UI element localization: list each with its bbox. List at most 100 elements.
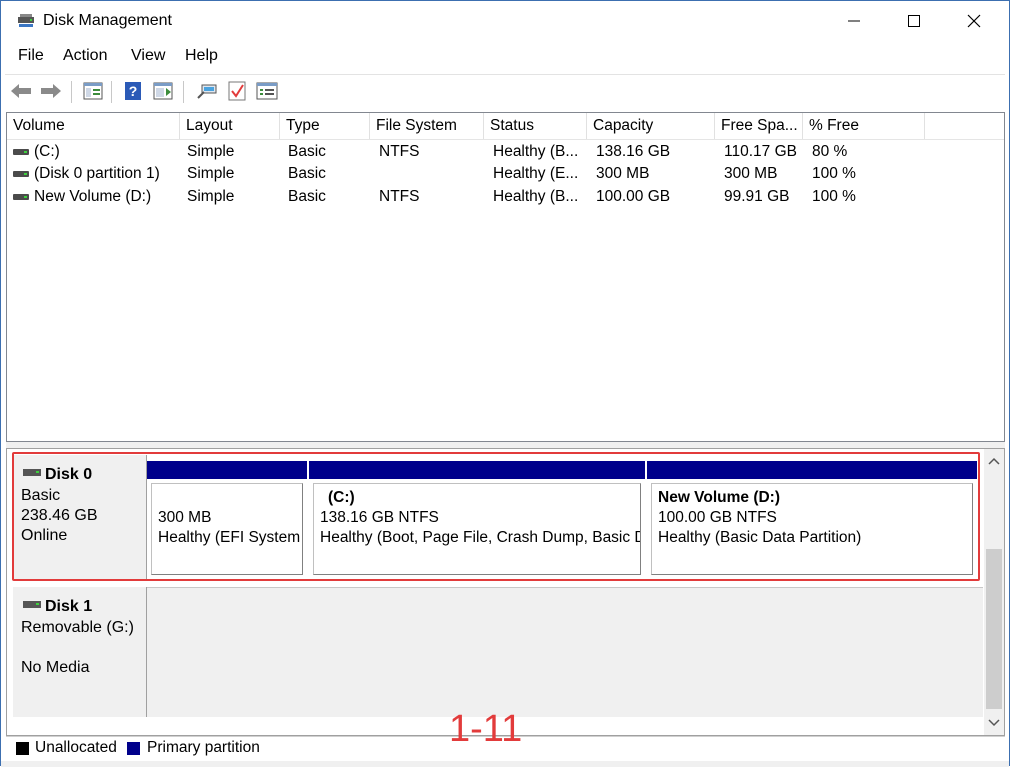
disk-1-area (147, 587, 983, 717)
partition-status: Healthy (EFI System (158, 529, 301, 546)
disk-graphical-view: Disk 0 Basic 238.46 GB Online 300 MB Hea… (6, 448, 1005, 736)
column-layout[interactable]: Layout (180, 113, 280, 139)
toolbar-separator (71, 81, 72, 103)
cell-free-space: 110.17 GB (724, 143, 797, 160)
disk-0-name: Disk 0 (45, 466, 93, 483)
scroll-up-icon[interactable] (984, 451, 1004, 471)
column-volume[interactable]: Volume (7, 113, 180, 139)
disk-1-type: Removable (G:) (21, 619, 134, 636)
cell-percent-free: 80 % (812, 143, 848, 160)
menu-view[interactable]: View (131, 47, 165, 65)
table-row[interactable]: (Disk 0 partition 1) Simple Basic Health… (7, 163, 1004, 185)
column-capacity[interactable]: Capacity (587, 113, 715, 139)
toolbar-separator (183, 81, 184, 103)
close-button[interactable] (951, 1, 997, 41)
cell-capacity: 100.00 GB (596, 188, 671, 205)
partition-c[interactable]: (C:) 138.16 GB NTFS Healthy (Boot, Page … (309, 461, 645, 579)
maximize-button[interactable] (891, 1, 937, 41)
cell-percent-free: 100 % (812, 165, 856, 182)
svg-text:?: ? (129, 83, 138, 99)
forward-arrow-icon[interactable] (39, 79, 63, 103)
cell-volume: New Volume (D:) (34, 188, 152, 205)
cell-capacity: 300 MB (596, 165, 650, 182)
partition-size: 300 MB (158, 509, 212, 526)
partition-efi[interactable]: 300 MB Healthy (EFI System (147, 461, 307, 579)
properties-icon[interactable] (255, 79, 279, 103)
back-arrow-icon[interactable] (9, 79, 33, 103)
legend-unallocated: Unallocated (35, 739, 117, 756)
volume-icon (13, 194, 29, 200)
disk-1-label[interactable]: Disk 1 Removable (G:) No Media (13, 587, 147, 717)
volume-icon (13, 149, 29, 155)
partition-body: 300 MB Healthy (EFI System (151, 483, 303, 575)
partition-status: Healthy (Boot, Page File, Crash Dump, Ba… (320, 529, 641, 546)
disk-0-type: Basic (21, 487, 61, 504)
partition-title (158, 488, 296, 508)
column-percent-free[interactable]: % Free (803, 113, 925, 139)
checklist-icon[interactable] (225, 79, 249, 103)
help-icon[interactable]: ? (121, 79, 145, 103)
scroll-down-icon[interactable] (984, 713, 1004, 733)
partition-body: New Volume (D:) 100.00 GB NTFS Healthy (… (651, 483, 973, 575)
connect-icon[interactable] (195, 79, 219, 103)
cell-file-system: NTFS (379, 188, 420, 205)
disk-management-window: Disk Management File Action View Help ? (0, 0, 1010, 767)
cell-volume: (Disk 0 partition 1) (34, 165, 160, 182)
disk-0-state: Online (21, 527, 68, 544)
minimize-button[interactable] (831, 1, 877, 41)
legend-primary: Primary partition (147, 739, 260, 756)
console-tree-icon[interactable] (81, 79, 105, 103)
cell-capacity: 138.16 GB (596, 143, 671, 160)
disk-icon (23, 601, 41, 608)
cell-volume: (C:) (34, 143, 60, 160)
cell-type: Basic (288, 188, 326, 205)
toolbar-separator (111, 81, 112, 103)
cell-layout: Simple (187, 143, 235, 160)
disk-management-icon (17, 13, 35, 29)
title-bar: Disk Management (1, 1, 1009, 41)
partition-body: (C:) 138.16 GB NTFS Healthy (Boot, Page … (313, 483, 641, 575)
disk-icon (23, 469, 41, 476)
menu-help[interactable]: Help (185, 47, 218, 65)
table-row[interactable]: (C:) Simple Basic NTFS Healthy (B... 138… (7, 141, 1004, 163)
action-pane-icon[interactable] (151, 79, 175, 103)
window-title: Disk Management (43, 12, 172, 29)
table-row[interactable]: New Volume (D:) Simple Basic NTFS Health… (7, 186, 1004, 208)
column-file-system[interactable]: File System (370, 113, 484, 139)
volume-icon (13, 171, 29, 177)
disk-0-label[interactable]: Disk 0 Basic 238.46 GB Online (13, 455, 147, 579)
primary-partition-bar (147, 461, 307, 479)
cell-layout: Simple (187, 165, 235, 182)
column-free-space[interactable]: Free Spa... (715, 113, 803, 139)
cell-file-system: NTFS (379, 143, 420, 160)
partition-size: 138.16 GB NTFS (320, 509, 439, 526)
primary-partition-bar (309, 461, 645, 479)
toolbar: ? (5, 74, 1005, 106)
partition-d[interactable]: New Volume (D:) 100.00 GB NTFS Healthy (… (647, 461, 977, 579)
partition-status: Healthy (Basic Data Partition) (658, 529, 862, 546)
cell-status: Healthy (E... (493, 165, 579, 182)
figure-annotation: 1-11 (449, 708, 523, 750)
partition-title: New Volume (D:) (658, 489, 780, 506)
menu-file[interactable]: File (18, 47, 44, 65)
column-type[interactable]: Type (280, 113, 370, 139)
cell-layout: Simple (187, 188, 235, 205)
volume-list: Volume Layout Type File System Status Ca… (6, 112, 1005, 442)
primary-swatch (127, 742, 140, 755)
menu-action[interactable]: Action (63, 47, 107, 65)
partition-title: (C:) (328, 489, 355, 506)
column-status[interactable]: Status (484, 113, 587, 139)
cell-status: Healthy (B... (493, 188, 579, 205)
menu-bar: File Action View Help (1, 43, 1009, 71)
scroll-thumb[interactable] (986, 549, 1002, 709)
cell-type: Basic (288, 165, 326, 182)
disk-0-size: 238.46 GB (21, 507, 98, 524)
graph-scrollbar[interactable] (984, 449, 1004, 735)
cell-type: Basic (288, 143, 326, 160)
cell-status: Healthy (B... (493, 143, 579, 160)
cell-free-space: 300 MB (724, 165, 778, 182)
unallocated-swatch (16, 742, 29, 755)
disk-1-state: No Media (21, 659, 90, 676)
partition-size: 100.00 GB NTFS (658, 509, 777, 526)
disk-1-name: Disk 1 (45, 598, 93, 615)
